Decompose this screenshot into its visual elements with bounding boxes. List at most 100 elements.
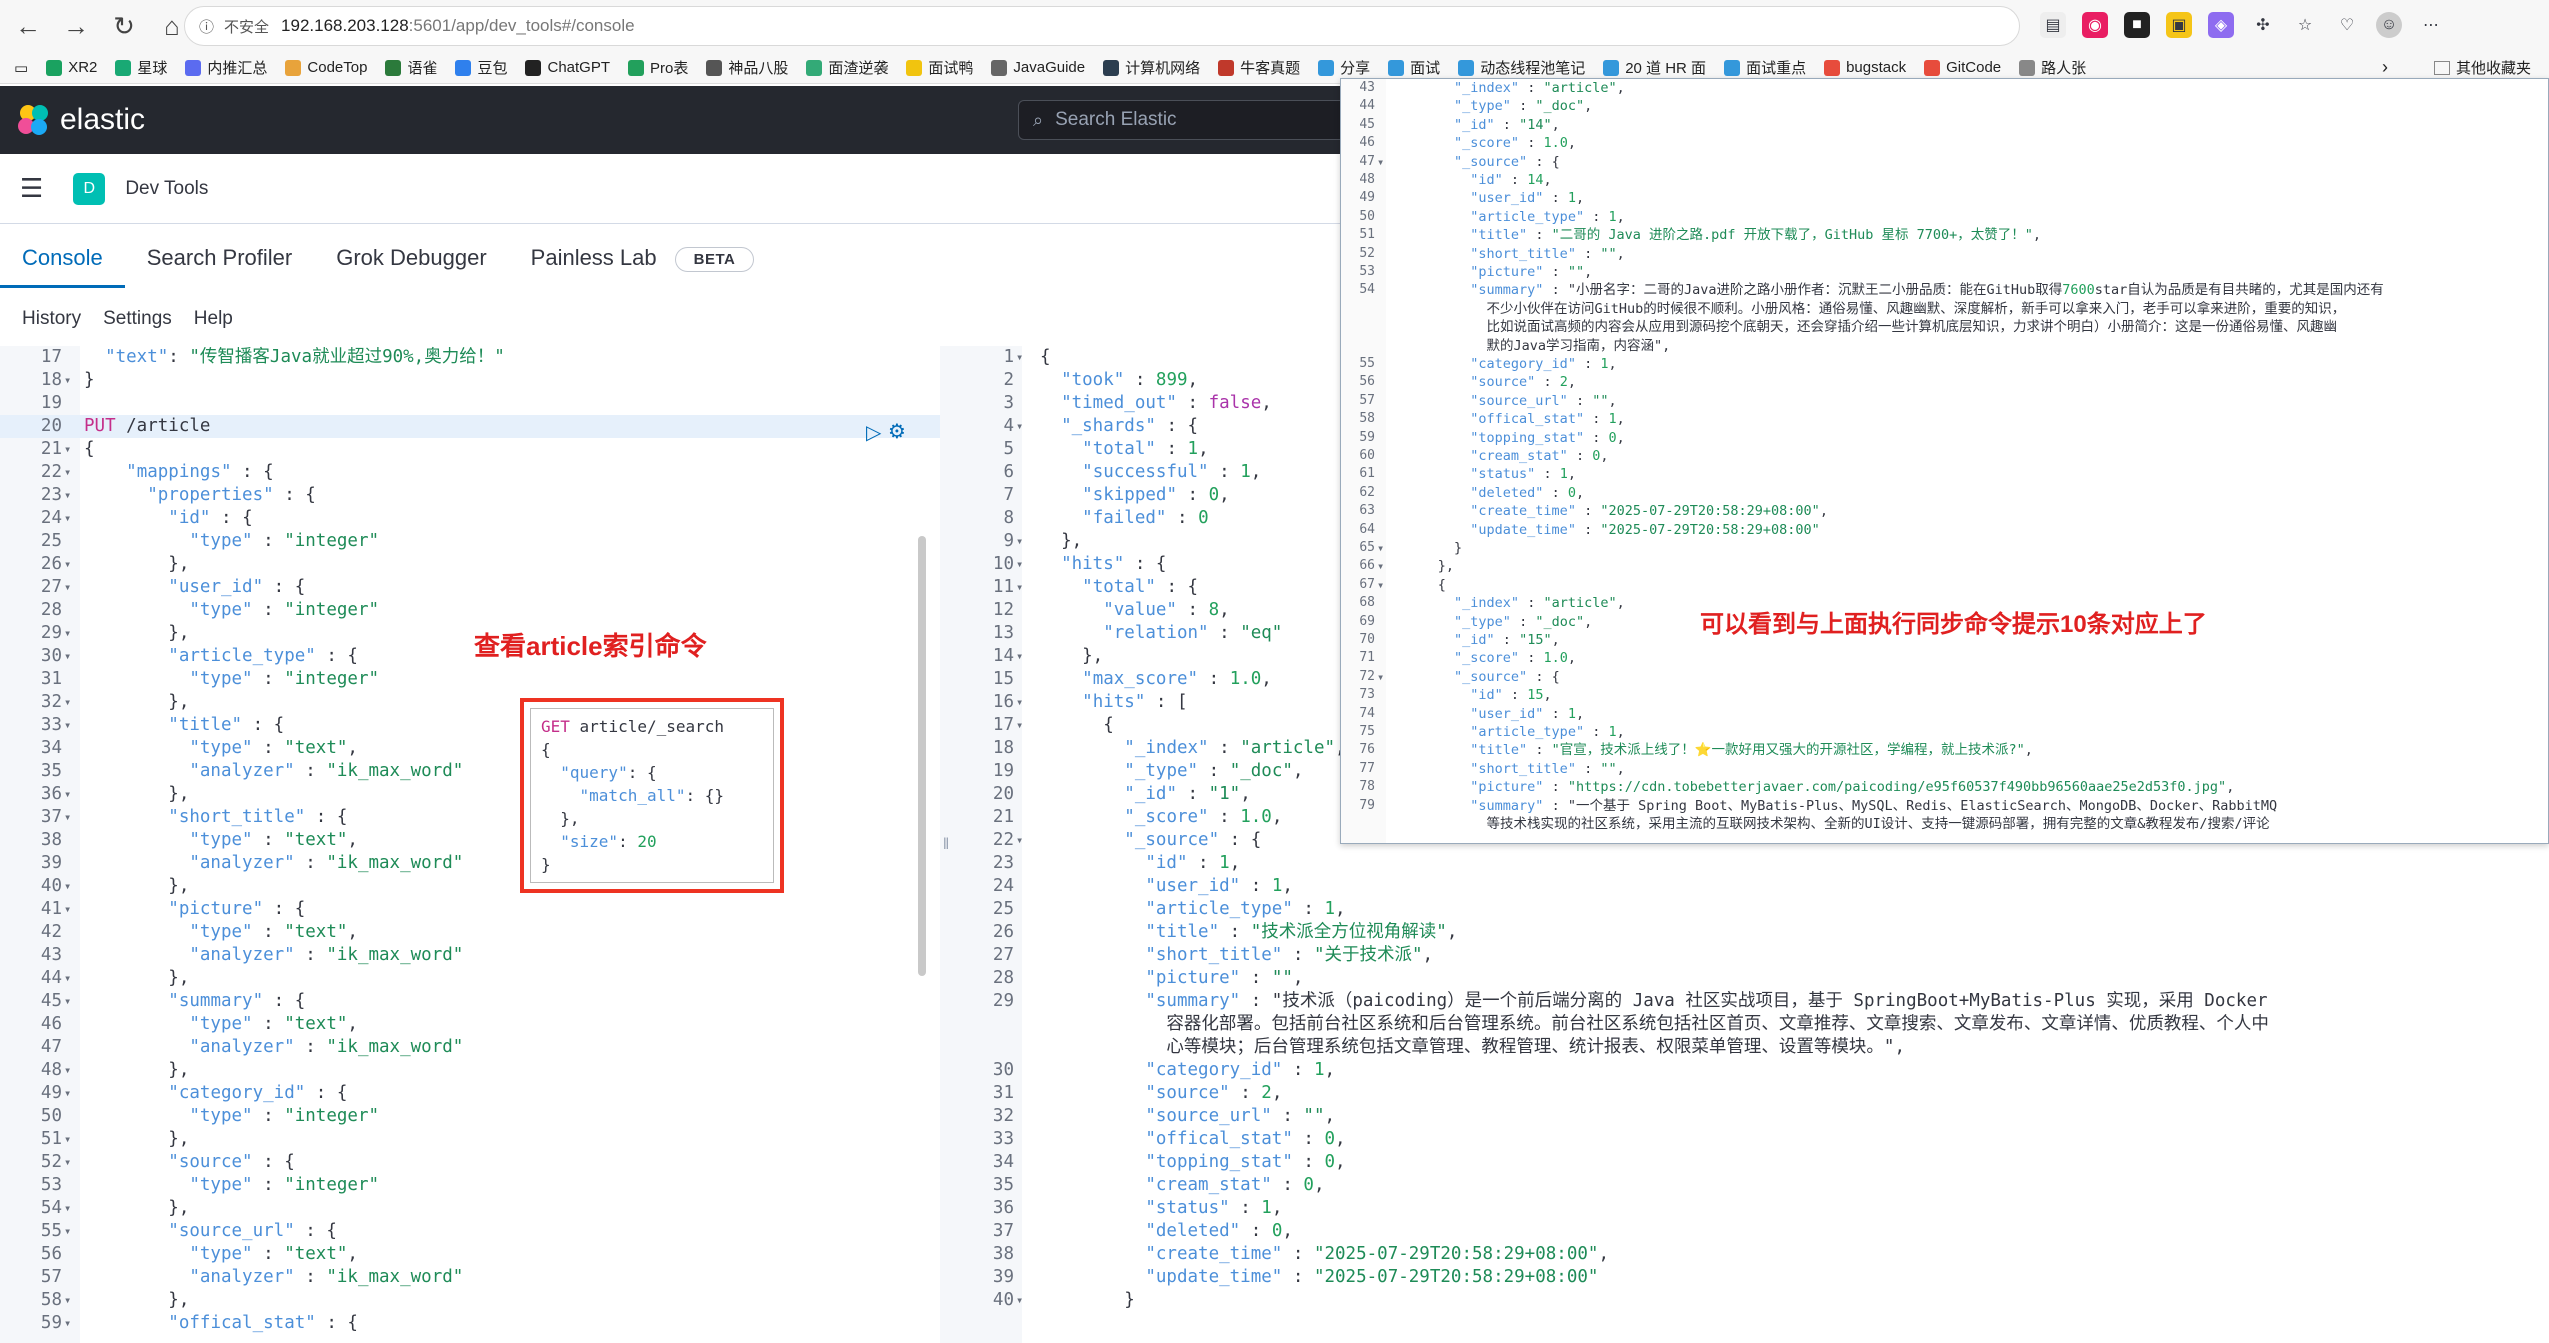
fold-toggle-icon[interactable]: ▾ (1016, 576, 1023, 599)
fold-toggle-icon[interactable]: ▾ (64, 553, 71, 576)
code-line[interactable]: 34 "topping_stat" : 0, (952, 1151, 2549, 1174)
code-line[interactable]: 35 "analyzer" : "ik_max_word" (0, 760, 940, 783)
bookmark-item[interactable]: 星球 (115, 57, 167, 78)
code-line[interactable]: 46 "type" : "text", (0, 1013, 940, 1036)
fold-toggle-icon[interactable]: ▾ (1377, 668, 1384, 686)
search-elastic-input[interactable]: ⌕ Search Elastic (1018, 100, 1348, 140)
space-avatar[interactable]: D (73, 172, 106, 205)
fold-toggle-icon[interactable]: ▾ (1016, 346, 1023, 369)
code-line[interactable]: 52 ▾ "source" : { (0, 1151, 940, 1174)
code-line[interactable]: 57 "source_url" : "", (1341, 392, 2548, 410)
fold-toggle-icon[interactable]: ▾ (1377, 539, 1384, 557)
code-line[interactable]: 50 "article_type" : 1, (1341, 208, 2548, 226)
code-line[interactable]: 29 "summary" : "技术派（paicoding）是一个前后端分离的 … (952, 990, 2549, 1013)
code-line[interactable]: 20 PUT /article (0, 415, 940, 438)
favorites-icon[interactable]: ☆ (2292, 12, 2318, 38)
code-line[interactable]: 66 ▾ }, (1341, 557, 2548, 575)
code-line[interactable]: 30 ▾ "article_type" : { (0, 645, 940, 668)
forward-icon[interactable]: → (56, 6, 96, 46)
fold-toggle-icon[interactable]: ▾ (64, 1151, 71, 1174)
fold-toggle-icon[interactable]: ▾ (64, 576, 71, 599)
code-line[interactable]: 22 ▾ "mappings" : { (0, 461, 940, 484)
code-line[interactable]: 50 "type" : "integer" (0, 1105, 940, 1128)
code-line[interactable]: 32 "source_url" : "", (952, 1105, 2549, 1128)
heart-icon[interactable]: ♡ (2334, 12, 2360, 38)
code-line[interactable]: 等技术栈实现的社区系统，采用主流的互联网技术架构、全新的UI设计、支持一键源码部… (1341, 815, 2548, 833)
fold-toggle-icon[interactable]: ▾ (64, 484, 71, 507)
code-line[interactable]: 56 "source" : 2, (1341, 373, 2548, 391)
extension-icon[interactable]: ◈ (2208, 12, 2234, 38)
bookmark-item[interactable]: 豆包 (455, 57, 507, 78)
bookmark-item[interactable]: 面试重点 (1724, 57, 1806, 78)
code-line[interactable]: 72 ▾ "_source" : { (1341, 668, 2548, 686)
code-line[interactable]: 51 "title" : "二哥的 Java 进阶之路.pdf 开放下载了，Gi… (1341, 226, 2548, 244)
bookmark-menu-icon[interactable]: ▭ (14, 59, 28, 77)
code-line[interactable]: 比如说面试高频的内容会从应用到源码挖个底朝天，还会穿插介绍一些计算机底层知识，力… (1341, 318, 2548, 336)
code-line[interactable]: 29 ▾ }, (0, 622, 940, 645)
code-line[interactable]: 39 "analyzer" : "ik_max_word" (0, 852, 940, 875)
code-line[interactable]: 57 "analyzer" : "ik_max_word" (0, 1266, 940, 1289)
code-line[interactable]: 30 "category_id" : 1, (952, 1059, 2549, 1082)
code-line[interactable]: 19 (0, 392, 940, 415)
code-line[interactable]: 48 "id" : 14, (1341, 171, 2548, 189)
bookmark-item[interactable]: 计算机网络 (1103, 57, 1200, 78)
bookmark-item[interactable]: 面试 (1388, 57, 1440, 78)
avatar[interactable]: ☺ (2376, 12, 2402, 38)
fold-toggle-icon[interactable]: ▾ (1016, 530, 1023, 553)
fold-toggle-icon[interactable]: ▾ (64, 967, 71, 990)
code-line[interactable]: 33 "offical_stat" : 0, (952, 1128, 2549, 1151)
fold-toggle-icon[interactable]: ▾ (1016, 1289, 1023, 1312)
code-line[interactable]: 55 ▾ "source_url" : { (0, 1220, 940, 1243)
address-bar[interactable]: ⓘ 不安全 192.168.203.128:5601/app/dev_tools… (184, 6, 2020, 46)
tab-grok-debugger[interactable]: Grok Debugger (314, 245, 508, 288)
code-line[interactable]: 43 "analyzer" : "ik_max_word" (0, 944, 940, 967)
code-line[interactable]: 59 ▾ "offical_stat" : { (0, 1312, 940, 1335)
scrollbar[interactable] (918, 536, 926, 976)
fold-toggle-icon[interactable]: ▾ (64, 461, 71, 484)
back-icon[interactable]: ← (8, 6, 48, 46)
code-line[interactable]: 54 "summary" : "小册名字：二哥的Java进阶之路小册作者：沉默王… (1341, 281, 2548, 299)
fold-toggle-icon[interactable]: ▾ (64, 1128, 71, 1151)
pane-resizer[interactable]: ‖ (940, 346, 952, 1343)
wrench-icon[interactable]: ⚙ (888, 419, 906, 444)
tab-painless-lab[interactable]: Painless Lab (509, 245, 679, 288)
code-line[interactable]: 38 "type" : "text", (0, 829, 940, 852)
bookmark-item[interactable]: CodeTop (285, 57, 367, 78)
extension-icon[interactable]: ◉ (2082, 12, 2108, 38)
code-line[interactable]: 64 "update_time" : "2025-07-29T20:58:29+… (1341, 521, 2548, 539)
info-icon[interactable]: ⓘ (199, 16, 214, 37)
bookmark-item[interactable]: 路人张 (2019, 57, 2086, 78)
code-line[interactable]: 44 ▾ }, (0, 967, 940, 990)
fold-toggle-icon[interactable]: ▾ (64, 691, 71, 714)
code-line[interactable]: 25 "type" : "integer" (0, 530, 940, 553)
code-line[interactable]: 28 "type" : "integer" (0, 599, 940, 622)
code-line[interactable]: 74 "user_id" : 1, (1341, 705, 2548, 723)
code-line[interactable]: 24 ▾ "id" : { (0, 507, 940, 530)
code-line[interactable]: 65 ▾ } (1341, 539, 2548, 557)
code-line[interactable]: 52 "short_title" : "", (1341, 245, 2548, 263)
fold-toggle-icon[interactable]: ▾ (1377, 557, 1384, 575)
bookmark-item[interactable]: 内推汇总 (185, 57, 267, 78)
fold-toggle-icon[interactable]: ▾ (64, 714, 71, 737)
code-line[interactable]: 42 "type" : "text", (0, 921, 940, 944)
bookmark-item[interactable]: JavaGuide (991, 57, 1085, 78)
code-line[interactable]: 35 "cream_stat" : 0, (952, 1174, 2549, 1197)
bookmark-item[interactable]: 面试鸭 (906, 57, 973, 78)
fold-toggle-icon[interactable]: ▾ (64, 806, 71, 829)
url-text[interactable]: 192.168.203.128:5601/app/dev_tools#/cons… (281, 16, 635, 36)
fold-toggle-icon[interactable]: ▾ (64, 783, 71, 806)
code-line[interactable]: 63 "create_time" : "2025-07-29T20:58:29+… (1341, 502, 2548, 520)
fold-toggle-icon[interactable]: ▾ (64, 1082, 71, 1105)
fold-toggle-icon[interactable]: ▾ (64, 645, 71, 668)
bookmark-item[interactable]: 牛客真题 (1218, 57, 1300, 78)
code-line[interactable]: 27 "short_title" : "关于技术派", (952, 944, 2549, 967)
code-line[interactable]: 47 "analyzer" : "ik_max_word" (0, 1036, 940, 1059)
code-line[interactable]: 41 ▾ "picture" : { (0, 898, 940, 921)
puzzle-icon[interactable]: ✣ (2250, 12, 2276, 38)
help-link[interactable]: Help (194, 308, 233, 342)
bookmark-item[interactable]: ChatGPT (525, 57, 610, 78)
bookmark-item[interactable]: 面渣逆袭 (806, 57, 888, 78)
extension-icon[interactable]: ▣ (2166, 12, 2192, 38)
bookmark-item[interactable]: 语雀 (385, 57, 437, 78)
code-line[interactable]: 49 ▾ "category_id" : { (0, 1082, 940, 1105)
